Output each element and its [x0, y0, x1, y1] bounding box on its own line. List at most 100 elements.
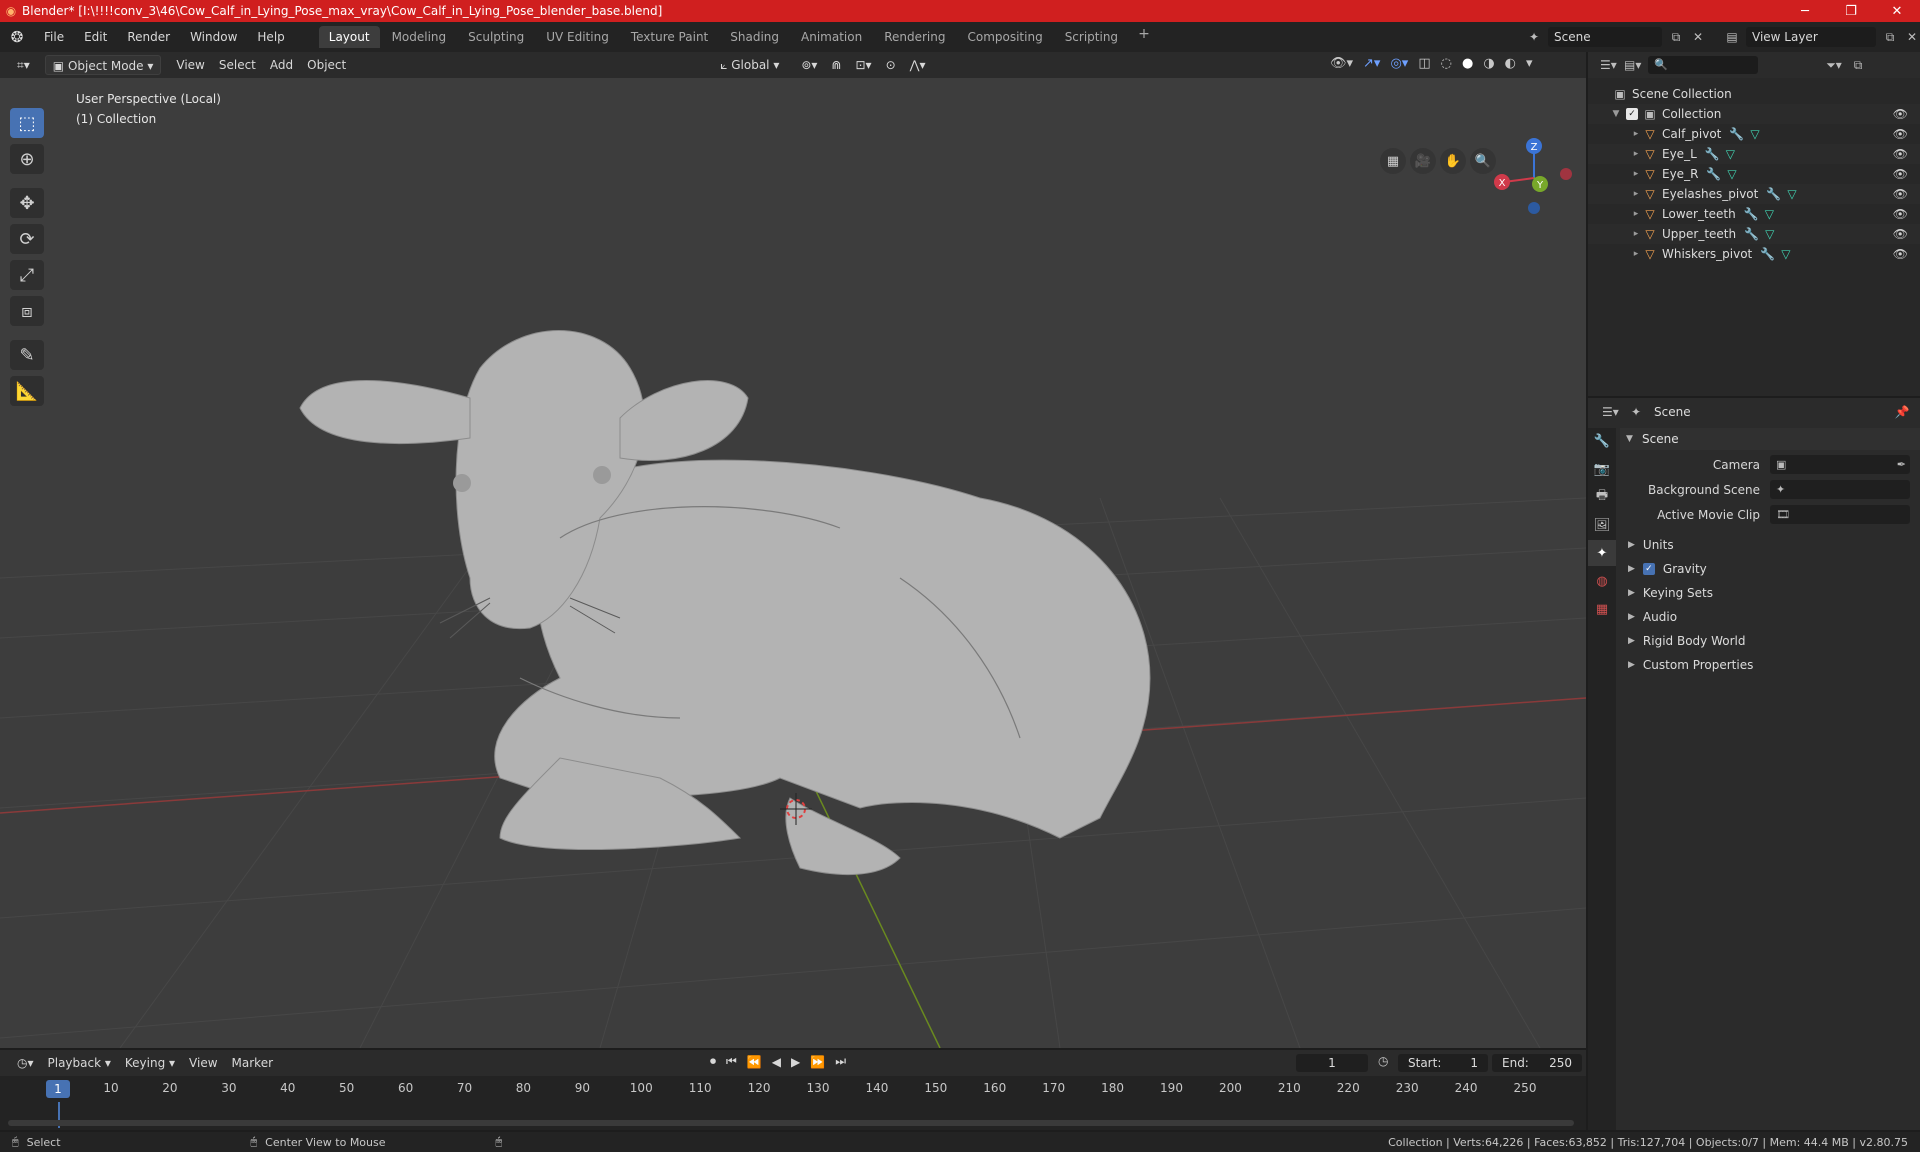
menu-edit[interactable]: Edit	[74, 26, 117, 48]
record-icon[interactable]: ⏺	[710, 1054, 716, 1069]
close-button[interactable]: ✕	[1874, 4, 1920, 19]
visibility-eye-icon[interactable]: 👁	[1893, 247, 1908, 261]
mesh-data-icon[interactable]: ▽	[1781, 247, 1790, 261]
expand-object-icon[interactable]: ▸	[1630, 149, 1642, 159]
menu-add[interactable]: Add	[263, 55, 300, 75]
zoom-view-icon[interactable]: 🔍	[1470, 148, 1496, 174]
expand-object-icon[interactable]: ▸	[1630, 129, 1642, 139]
jump-keyframe-forward-icon[interactable]: ⏩	[810, 1055, 825, 1069]
minimize-button[interactable]: ─	[1782, 4, 1828, 19]
cursor-tool-icon[interactable]: ⊕	[10, 144, 44, 174]
viewlayer-name-field[interactable]: View Layer	[1746, 27, 1876, 47]
modifier-wrench-icon[interactable]: 🔧	[1705, 147, 1720, 161]
outliner-object-row[interactable]: ▸ ▽ Calf_pivot 🔧 ▽ 👁	[1588, 124, 1920, 144]
add-workspace-button[interactable]: +	[1130, 26, 1158, 48]
tab-uv-editing[interactable]: UV Editing	[536, 26, 619, 48]
output-tab-icon[interactable]: 🖶	[1588, 484, 1616, 510]
menu-view[interactable]: View	[169, 55, 211, 75]
gizmo-neg-z-axis[interactable]	[1528, 202, 1540, 214]
timeline-scrollbar[interactable]	[8, 1120, 1574, 1126]
viewlayer-icon[interactable]: ▤	[1724, 30, 1740, 44]
units-panel[interactable]: ▶ Units	[1620, 533, 1920, 557]
falloff-icon[interactable]: ⋀▾	[903, 55, 933, 75]
mesh-data-icon[interactable]: ▽	[1787, 187, 1796, 201]
timeline-ruler[interactable]: 1 10 20 30 40 50 60 70 80 90 100 110 120 130 140 150 160…	[0, 1078, 1586, 1100]
pan-view-icon[interactable]: ✋	[1440, 148, 1466, 174]
maximize-button[interactable]: ❐	[1828, 4, 1874, 19]
menu-select[interactable]: Select	[212, 55, 263, 75]
background-scene-field[interactable]: ✦	[1770, 480, 1910, 499]
new-scene-icon[interactable]: ⧉	[1668, 30, 1684, 45]
keying-sets-panel[interactable]: ▶ Keying Sets	[1620, 581, 1920, 605]
annotate-tool-icon[interactable]: ✎	[10, 340, 44, 370]
outliner-object-row[interactable]: ▸ ▽ Eye_R 🔧 ▽ 👁	[1588, 164, 1920, 184]
gravity-checkbox[interactable]: ✓	[1642, 563, 1655, 575]
outliner-search-input[interactable]: 🔍	[1648, 56, 1758, 74]
transform-tool-icon[interactable]: ⧈	[10, 296, 44, 326]
visibility-eye-icon[interactable]: 👁	[1893, 207, 1908, 221]
navigation-gizmo[interactable]: Z X Y	[1494, 138, 1572, 214]
visibility-eye-icon[interactable]: 👁	[1893, 227, 1908, 241]
select-box-tool-icon[interactable]: ⬚	[10, 108, 44, 138]
scene-name-field[interactable]: Scene	[1548, 27, 1662, 47]
active-movie-clip-field[interactable]: 🎞	[1770, 505, 1910, 524]
proportional-edit-icon[interactable]: ⊙	[879, 55, 903, 75]
new-viewlayer-icon[interactable]: ⧉	[1882, 30, 1898, 45]
measure-tool-icon[interactable]: 📐	[10, 376, 44, 406]
expand-collection-icon[interactable]: ▼	[1610, 109, 1622, 119]
wireframe-shading-icon[interactable]: ◌	[1441, 56, 1452, 71]
timeline-editor[interactable]: ◷▾ Playback ▾ Keying ▾ View Marker ⏺ ⏮ ⏪…	[0, 1050, 1586, 1130]
scene-panel-header[interactable]: ▼ Scene	[1620, 428, 1920, 450]
filter-icon[interactable]: ⏷▾	[1826, 58, 1842, 73]
toggle-camera-persp-icon[interactable]: ▦	[1380, 148, 1406, 174]
move-tool-icon[interactable]: ✥	[10, 188, 44, 218]
expand-object-icon[interactable]: ▸	[1630, 189, 1642, 199]
visibility-eye-icon[interactable]: 👁	[1893, 107, 1908, 121]
calf-model[interactable]	[299, 330, 1151, 875]
display-mode-icon[interactable]: ▤▾	[1624, 58, 1641, 72]
visibility-eye-icon[interactable]: 👁	[1893, 147, 1908, 161]
menu-object[interactable]: Object	[300, 55, 353, 75]
gravity-panel[interactable]: ▶ ✓ Gravity	[1620, 557, 1920, 581]
tab-scripting[interactable]: Scripting	[1055, 26, 1128, 48]
delete-scene-icon[interactable]: ✕	[1690, 30, 1706, 44]
pin-icon[interactable]: 📌	[1894, 405, 1910, 419]
menu-help[interactable]: Help	[247, 26, 294, 48]
tab-layout[interactable]: Layout	[318, 26, 380, 48]
tab-compositing[interactable]: Compositing	[957, 26, 1052, 48]
editor-type-icon[interactable]: ⌗▾	[10, 55, 37, 75]
material-shading-icon[interactable]: ◑	[1483, 56, 1494, 71]
texture-tab-icon[interactable]: ▦	[1588, 596, 1616, 622]
mode-dropdown[interactable]: ▣ Object Mode ▾	[44, 55, 162, 75]
expand-object-icon[interactable]: ▸	[1630, 209, 1642, 219]
overlays-icon[interactable]: ◎▾	[1390, 56, 1408, 71]
visibility-eye-icon[interactable]: 👁	[1893, 187, 1908, 201]
tab-texture-paint[interactable]: Texture Paint	[621, 26, 718, 48]
mesh-data-icon[interactable]: ▽	[1726, 147, 1735, 161]
snap-icon[interactable]: ⋒	[824, 55, 848, 75]
custom-properties-panel[interactable]: ▶ Custom Properties	[1620, 653, 1920, 677]
blender-logo-icon[interactable]: ❂	[0, 28, 34, 46]
tab-shading[interactable]: Shading	[720, 26, 789, 48]
eyedropper-icon[interactable]: ✒	[1897, 455, 1906, 474]
xray-icon[interactable]: ◫	[1418, 56, 1430, 71]
mesh-data-icon[interactable]: ▽	[1750, 127, 1759, 141]
tab-rendering[interactable]: Rendering	[874, 26, 955, 48]
tab-animation[interactable]: Animation	[791, 26, 872, 48]
expand-object-icon[interactable]: ▸	[1630, 169, 1642, 179]
visibility-icon[interactable]: 👁▾	[1330, 56, 1353, 71]
jump-start-icon[interactable]: ⏮	[726, 1054, 737, 1069]
shading-options-icon[interactable]: ▾	[1526, 56, 1533, 71]
gizmo-neg-x-axis[interactable]	[1560, 168, 1572, 180]
3d-viewport[interactable]: ⌗▾ ▣ Object Mode ▾ View Select Add Objec…	[0, 52, 1586, 1048]
outliner-object-row[interactable]: ▸ ▽ Eyelashes_pivot 🔧 ▽ 👁	[1588, 184, 1920, 204]
expand-object-icon[interactable]: ▸	[1630, 249, 1642, 259]
outliner-object-row[interactable]: ▸ ▽ Eye_L 🔧 ▽ 👁	[1588, 144, 1920, 164]
visibility-eye-icon[interactable]: 👁	[1893, 167, 1908, 181]
modifier-wrench-icon[interactable]: 🔧	[1744, 227, 1759, 241]
scene-tab-icon[interactable]: ✦	[1588, 540, 1616, 566]
play-reverse-icon[interactable]: ◀	[772, 1055, 781, 1069]
menu-timeline-view[interactable]: View	[182, 1053, 224, 1073]
rendered-shading-icon[interactable]: ◐	[1505, 56, 1516, 71]
start-frame-field[interactable]: Start: 1	[1398, 1054, 1488, 1072]
